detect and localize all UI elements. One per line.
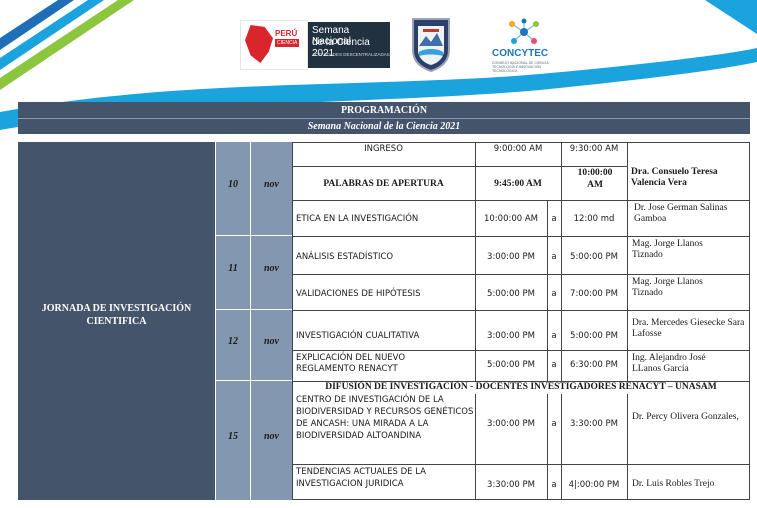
concytec-logo: CONCYTEC CONSEJO NACIONAL DE CIENCIA, TE… — [490, 18, 556, 74]
activity-cell: ETICA EN LA INVESTIGACIÓN — [296, 214, 419, 224]
start-time-cell: 9:00:00 AM — [493, 144, 543, 154]
speaker-cell: Dr. Percy Olivera Gonzales, — [632, 412, 739, 422]
semana-ciencia-logo: Semana Nacional de la Ciencia 2021 ACTIV… — [308, 22, 390, 68]
peru-map-icon — [245, 25, 273, 63]
connector-cell: a — [551, 214, 557, 224]
activity-cell: PALABRAS DE APERTURA — [323, 179, 444, 189]
month-label: nov — [264, 263, 279, 274]
month-label: nov — [264, 179, 279, 190]
start-time-cell: 10:00:00 AM — [483, 214, 539, 224]
day-number: 15 — [228, 431, 238, 442]
end-time-cell: 5:00:00 PM — [570, 331, 618, 341]
connector-cell: a — [551, 252, 557, 262]
schedule-grid: INGRESO 9:00:00 AM 9:30:00 AM PALABRAS D… — [292, 142, 750, 500]
semana-logo-line3: ACTIVIDADES DESCENTRALIZADAS — [312, 52, 390, 57]
end-time-cell: 3:30:00 PM — [570, 419, 618, 429]
start-time-cell: 3:30:00 PM — [487, 480, 535, 490]
concytec-logo-text: CONCYTEC — [492, 48, 549, 59]
activity-cell: CENTRO DE INVESTIGACIÓN DE LA BIODIVERSI… — [296, 395, 474, 441]
connector-cell: a — [551, 331, 557, 341]
speaker-cell: Dra. Mercedes Giesecke Sara Lafosse — [632, 318, 745, 339]
speaker-cell: Mag. Jorge Llanos Tiznado — [632, 239, 703, 260]
activity-cell: VALIDACIONES DE HIPÓTESIS — [296, 289, 421, 299]
speaker-cell: Dra. Consuelo Teresa Valencia Vera — [631, 167, 718, 188]
activity-cell: EXPLICACIÓN DEL NUEVO REGLAMENTO RENACYT — [296, 353, 406, 374]
month-label: nov — [264, 431, 279, 442]
activity-cell: ANÁLISIS ESTADÍSTICO — [296, 252, 394, 262]
start-time-cell: 3:00:00 PM — [487, 252, 535, 262]
schedule-title-bar: PROGRAMACIÓN Semana Nacional de la Cienc… — [18, 102, 750, 134]
end-time-cell: 12:00 md — [573, 214, 615, 224]
end-time-cell: 5:00:00 PM — [570, 252, 618, 262]
section-banner: DIFUSIÓN DE INVESTIGACIÓN - DOCENTES INV… — [325, 382, 717, 392]
schedule-subtitle: Semana Nacional de la Ciencia 2021 — [307, 121, 461, 132]
speaker-cell: Dr. Jose German Salinas Gamboa — [634, 203, 728, 224]
speaker-cell: Ing. Alejandro José LLanos García — [632, 353, 706, 374]
start-time-cell: 9:45:00 AM — [494, 179, 542, 189]
speaker-cell: Dr. Luis Robles Trejo — [632, 479, 715, 489]
unasam-shield-icon — [412, 18, 450, 72]
concytec-network-icon — [509, 18, 539, 44]
connector-cell: a — [551, 419, 557, 429]
day-number: 11 — [228, 263, 238, 274]
end-time-cell: 9:30:00 AM — [569, 144, 619, 154]
connector-cell: a — [551, 289, 557, 299]
activity-cell: INVESTIGACIÓN CUALITATIVA — [296, 331, 420, 341]
peru-logo-text: PERÚ — [275, 29, 298, 38]
speaker-cell: Mag. Jorge Llanos Tiznado — [632, 277, 703, 298]
section-label-cell: JORNADA DE INVESTIGACIÓN CIENTIFICA — [18, 142, 215, 500]
end-time-cell: 10:00:00 AM — [577, 168, 613, 190]
start-time-cell: 5:00:00 PM — [487, 289, 535, 299]
connector-cell: a — [551, 360, 557, 370]
month-label: nov — [264, 336, 279, 347]
start-time-cell: 5:00:00 PM — [487, 360, 535, 370]
end-time-cell: 7:00:00 PM — [570, 289, 618, 299]
day-number: 12 — [228, 336, 238, 347]
peru-ciencia-logo: PERÚ CIENCIA — [240, 20, 308, 70]
schedule-title: PROGRAMACIÓN — [340, 105, 428, 116]
day-number: 10 — [228, 179, 238, 190]
activity-cell: TENDENCIAS ACTUALES DE LA INVESTIGACION … — [296, 467, 426, 489]
activity-cell: INGRESO — [364, 144, 403, 154]
section-label: JORNADA DE INVESTIGACIÓN CIENTIFICA — [41, 303, 192, 327]
connector-cell: a — [551, 480, 557, 490]
header-logos: PERÚ CIENCIA Semana Nacional de la Cienc… — [238, 14, 578, 74]
peru-logo-tag: CIENCIA — [275, 39, 300, 47]
concytec-logo-subtitle: CONSEJO NACIONAL DE CIENCIA, TECNOLOGÍA … — [492, 61, 550, 73]
end-time-cell: 4|:00:00 PM — [568, 480, 620, 490]
start-time-cell: 3:00:00 PM — [487, 419, 535, 429]
end-time-cell: 6:30:00 PM — [570, 360, 618, 370]
start-time-cell: 3:00:00 PM — [487, 331, 535, 341]
